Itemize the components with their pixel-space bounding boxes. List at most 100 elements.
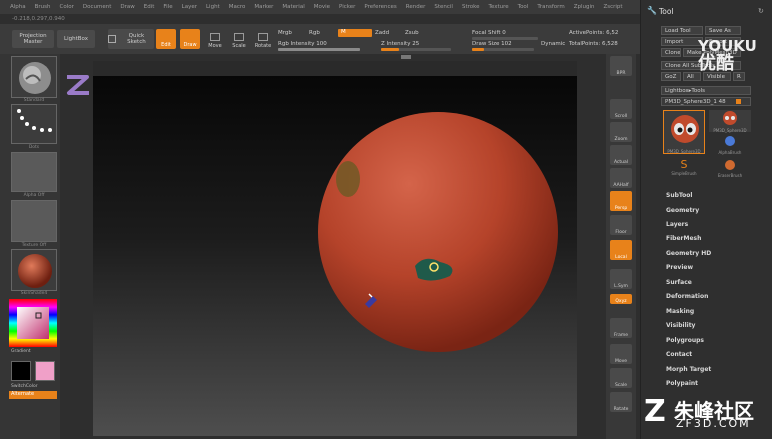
primary-color-swatch[interactable] (11, 361, 31, 381)
edit-button[interactable]: Edit (156, 29, 176, 49)
zsub-toggle[interactable]: Zsub (405, 30, 419, 36)
tool-thumb-simplebrush[interactable]: S SimpleBrush (663, 158, 705, 182)
section-masking[interactable]: Masking (666, 308, 694, 315)
menu-file[interactable]: File (163, 4, 172, 10)
switchcolor-button[interactable]: SwitchColor (11, 384, 57, 389)
persp-button[interactable]: Persp (610, 191, 632, 211)
section-morph-target[interactable]: Morph Target (666, 366, 711, 373)
zf3d-watermark-en: ZF3D.COM (676, 417, 751, 430)
tool-slider-handle[interactable] (736, 99, 741, 104)
load-tool-button[interactable]: Load Tool (661, 26, 703, 35)
section-polypaint[interactable]: Polypaint (666, 380, 698, 387)
section-fibermesh[interactable]: FiberMesh (666, 235, 701, 242)
lightbox-tools-button[interactable]: Lightbox▸Tools (661, 86, 751, 95)
menu-tool[interactable]: Tool (518, 4, 529, 10)
import-button[interactable]: Import (661, 37, 703, 46)
sphere-tool-icon (671, 115, 699, 143)
scale-view-button[interactable]: Scale (610, 368, 632, 388)
rotate-button[interactable]: Rotate (253, 29, 273, 49)
save-as-button[interactable]: Save As (705, 26, 741, 35)
document-canvas[interactable] (93, 76, 577, 436)
draw-size-slider[interactable] (472, 48, 534, 51)
aahalf-button[interactable]: AAHalf (610, 168, 632, 188)
menu-movie[interactable]: Movie (314, 4, 330, 10)
local-button[interactable]: Local (610, 240, 632, 260)
section-subtool[interactable]: SubTool (666, 192, 692, 199)
menu-transform[interactable]: Transform (537, 4, 564, 10)
menu-material[interactable]: Material (282, 4, 304, 10)
secondary-color-swatch[interactable] (35, 361, 55, 381)
stroke-selector[interactable] (11, 104, 57, 144)
menu-color[interactable]: Color (60, 4, 74, 10)
menu-stroke[interactable]: Stroke (462, 4, 480, 10)
section-surface[interactable]: Surface (666, 279, 692, 286)
projection-master-button[interactable]: Projection Master (12, 30, 54, 48)
material-selector[interactable] (11, 249, 57, 291)
alpha-selector[interactable] (11, 152, 57, 192)
clone-button[interactable]: Clone (661, 48, 681, 57)
menu-zscript[interactable]: Zscript (603, 4, 622, 10)
menu-texture[interactable]: Texture (489, 4, 509, 10)
zadd-toggle[interactable]: Zadd (375, 30, 389, 36)
move-view-button[interactable]: Move (610, 344, 632, 364)
menu-zplugin[interactable]: Zplugin (574, 4, 595, 10)
tool-thumb-sphere-active[interactable]: PM3D_Sphere3D (663, 110, 705, 154)
menu-macro[interactable]: Macro (229, 4, 246, 10)
lightbox-button[interactable]: LightBox (57, 30, 95, 48)
texture-selector[interactable] (11, 200, 57, 242)
menu-light[interactable]: Light (206, 4, 220, 10)
tool-thumb-alphabrush[interactable]: AlphaBrush (709, 134, 751, 156)
menu-draw[interactable]: Draw (120, 4, 134, 10)
draw-button[interactable]: Draw (180, 29, 200, 49)
lsym-button[interactable]: L.Sym (610, 269, 632, 289)
m-toggle[interactable]: M (338, 29, 372, 37)
draw-size-label: Draw Size 102 (472, 41, 512, 47)
tool-thumb-caption-4: EraserBrush (717, 173, 743, 178)
menu-document[interactable]: Document (83, 4, 112, 10)
rgb-intensity-slider[interactable] (278, 48, 360, 51)
menu-layer[interactable]: Layer (182, 4, 197, 10)
mrgb-toggle[interactable]: Mrgb (278, 30, 292, 36)
gradient-caption: Gradient (11, 349, 31, 354)
menu-render[interactable]: Render (406, 4, 426, 10)
menu-brush[interactable]: Brush (35, 4, 51, 10)
rotate-view-button[interactable]: Rotate (610, 392, 632, 412)
canvas-drag-handle[interactable] (401, 55, 411, 59)
move-button[interactable]: Move (205, 29, 225, 49)
menu-marker[interactable]: Marker (254, 4, 273, 10)
tool-thumb-eraserbrush[interactable]: EraserBrush (709, 158, 751, 182)
section-geometry[interactable]: Geometry (666, 207, 699, 214)
qxyz-button[interactable]: Qxyz (610, 294, 632, 304)
menu-edit[interactable]: Edit (144, 4, 155, 10)
rgb-toggle[interactable]: Rgb (309, 30, 320, 36)
quick-sketch-button[interactable]: Quick Sketch (108, 29, 154, 49)
scale-button[interactable]: Scale (229, 29, 249, 49)
section-preview[interactable]: Preview (666, 264, 693, 271)
goz-button[interactable]: GoZ (661, 72, 681, 81)
menu-alpha[interactable]: Alpha (10, 4, 26, 10)
actual-button[interactable]: Actual (610, 145, 632, 165)
menu-stencil[interactable]: Stencil (434, 4, 453, 10)
bpr-button[interactable]: BPR (610, 56, 632, 76)
section-layers[interactable]: Layers (666, 221, 688, 228)
tool-thumb-sphere[interactable]: PM3D_Sphere3D (709, 110, 751, 133)
section-visibility[interactable]: Visibility (666, 322, 695, 329)
zoom-button[interactable]: Zoom (610, 122, 632, 142)
section-polygroups[interactable]: Polygroups (666, 337, 704, 344)
section-geometry-hd[interactable]: Geometry HD (666, 250, 711, 257)
brush-selector[interactable] (11, 56, 57, 98)
menu-picker[interactable]: Picker (339, 4, 355, 10)
alternate-button[interactable]: Alternate (9, 391, 57, 399)
scroll-button[interactable]: Scroll (610, 99, 632, 119)
color-picker[interactable] (9, 299, 57, 347)
section-deformation[interactable]: Deformation (666, 293, 708, 300)
section-contact[interactable]: Contact (666, 351, 692, 358)
floor-button[interactable]: Floor (610, 215, 632, 235)
brush-caption: Standard (23, 98, 45, 103)
z-intensity-slider[interactable] (381, 48, 451, 51)
frame-button[interactable]: Frame (610, 318, 632, 338)
panel-refresh-icon[interactable]: ↻ (758, 7, 764, 15)
menu-preferences[interactable]: Preferences (364, 4, 396, 10)
dynamic-toggle[interactable]: Dynamic (541, 41, 565, 47)
focal-shift-slider[interactable] (472, 37, 538, 40)
